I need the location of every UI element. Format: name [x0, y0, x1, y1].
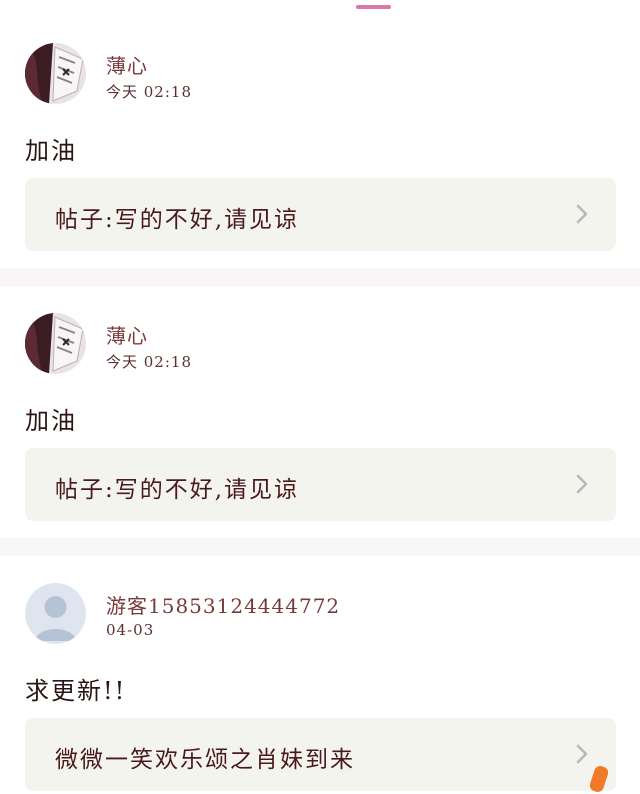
comment-text: 加油: [25, 137, 77, 165]
anime-avatar-icon: [25, 43, 86, 104]
avatar[interactable]: [25, 313, 86, 374]
comment-header: 游客15853124444772 04-03: [25, 583, 615, 645]
post-link-card[interactable]: 帖子:写的不好,请见谅: [25, 178, 616, 251]
post-title: 帖子:写的不好,请见谅: [55, 477, 300, 503]
avatar[interactable]: [25, 43, 86, 104]
post-link-card[interactable]: 帖子:写的不好,请见谅: [25, 448, 616, 521]
comment-item: 游客15853124444772 04-03 求更新!! 微微一笑欢乐颂之肖妹到…: [0, 583, 640, 793]
post-title: 帖子:写的不好,请见谅: [55, 207, 300, 233]
chevron-right-icon: [576, 204, 588, 224]
comment-item: 薄心 今天 02:18 加油 帖子:写的不好,请见谅: [0, 313, 640, 523]
post-link-card[interactable]: 微微一笑欢乐颂之肖妹到来: [25, 718, 616, 791]
section-divider: [0, 538, 640, 556]
active-tab-indicator: [356, 5, 391, 9]
comment-text: 求更新!!: [25, 677, 127, 705]
comment-text: 加油: [25, 407, 77, 435]
default-user-avatar-icon: [25, 583, 86, 644]
username[interactable]: 薄心: [106, 50, 148, 79]
timestamp: 04-03: [106, 621, 155, 639]
comment-item: 薄心 今天 02:18 加油 帖子:写的不好,请见谅: [0, 43, 640, 253]
timestamp: 今天 02:18: [106, 353, 192, 371]
comment-header: 薄心 今天 02:18: [25, 43, 615, 105]
username[interactable]: 游客15853124444772: [106, 590, 340, 619]
chevron-right-icon: [576, 744, 588, 764]
section-divider: [0, 268, 640, 286]
timestamp: 今天 02:18: [106, 83, 192, 101]
post-title: 微微一笑欢乐颂之肖妹到来: [55, 747, 355, 773]
avatar[interactable]: [25, 583, 86, 644]
comment-header: 薄心 今天 02:18: [25, 313, 615, 375]
chevron-right-icon: [576, 474, 588, 494]
anime-avatar-icon: [25, 313, 86, 374]
username[interactable]: 薄心: [106, 320, 148, 349]
